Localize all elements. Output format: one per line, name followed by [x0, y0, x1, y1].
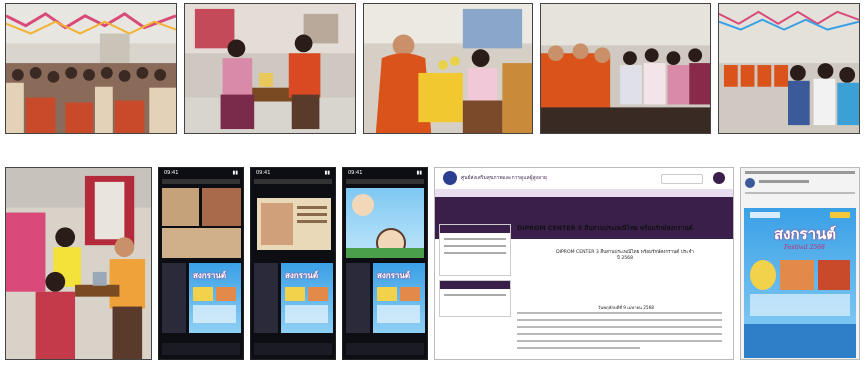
monks-offering-image	[364, 4, 532, 133]
poster-text-block	[377, 305, 420, 323]
ceremony-crowd-image	[541, 4, 710, 133]
event-photo-3	[363, 3, 533, 134]
poster-photo	[750, 260, 776, 290]
poster-footer	[744, 324, 856, 358]
article-date: วันพฤหัสบดีที่ 9 เมษายน 2568	[598, 305, 654, 310]
thumbnail-photo	[162, 188, 199, 226]
social-post: สงกรานต์ Festival 2568	[740, 167, 860, 360]
site-header: ศูนย์ส่งเสริมสุขภาพและการดูแลผู้สูงอายุ	[435, 168, 733, 190]
clock-text: 09:41	[348, 170, 363, 176]
article-title: DIPROM CENTER 3 สืบสานประเพณีไทย พร้อมรั…	[517, 225, 693, 232]
festival-poster: สงกรานต์	[373, 263, 425, 333]
poster-photo	[818, 260, 850, 290]
thumbnail-photo	[162, 228, 241, 258]
website-article: ศูนย์ส่งเสริมสุขภาพและการดูแลผู้สูงอายุ …	[434, 167, 734, 360]
poster-title: สงกรานต์	[377, 270, 411, 280]
site-logo-icon	[443, 171, 457, 185]
battery-icon: ▮▮	[416, 170, 422, 176]
poster-title: สงกรานต์	[285, 270, 319, 280]
status-bar: 09:41 ▮▮	[348, 170, 422, 176]
post-author	[759, 180, 809, 183]
festival-poster: สงกรานต์	[189, 263, 241, 333]
poster-photo	[285, 287, 305, 301]
url-bar[interactable]	[162, 179, 240, 184]
post-text-line	[745, 192, 855, 194]
post-text-line	[745, 171, 855, 174]
status-bar: 09:41 ▮▮	[164, 170, 238, 176]
poster-photo	[780, 260, 814, 290]
sidebar-panel	[439, 280, 511, 317]
cartoon-banner	[346, 188, 424, 258]
poster-title: สงกรานต์	[774, 225, 837, 243]
event-photo-1	[5, 3, 177, 134]
bottom-nav[interactable]	[162, 343, 240, 355]
poster-text-block	[193, 305, 236, 323]
battery-icon: ▮▮	[324, 170, 330, 176]
event-photo-5	[718, 3, 860, 134]
sidebar-panel	[439, 224, 511, 276]
poster-logo	[830, 212, 850, 218]
status-bar: 09:41 ▮▮	[256, 170, 330, 176]
side-panel	[254, 263, 278, 333]
event-photo-2	[184, 3, 356, 134]
phone-screen-2: 09:41 ▮▮ สงกรานต์	[250, 167, 336, 360]
url-bar[interactable]	[346, 179, 424, 184]
cartoon-face-icon	[352, 194, 374, 216]
url-bar[interactable]	[254, 179, 332, 184]
article-body	[517, 312, 722, 354]
org-name: ศูนย์ส่งเสริมสุขภาพและการดูแลผู้สูงอายุ	[461, 175, 547, 181]
poster-title: สงกรานต์	[193, 270, 227, 280]
hall-gathering-image	[6, 4, 176, 133]
side-panel	[346, 263, 370, 333]
clock-text: 09:41	[256, 170, 271, 176]
battery-icon: ▮▮	[232, 170, 238, 176]
article-subtitle: DIPROM CENTER 3 สืบสานประเพณีไทย พร้อมรั…	[556, 250, 694, 261]
event-photo-4	[540, 3, 711, 134]
bottom-nav[interactable]	[346, 343, 424, 355]
poster-photo	[193, 287, 213, 301]
hall-monks-row-image	[719, 4, 859, 133]
clock-text: 09:41	[164, 170, 179, 176]
poster-photo	[308, 287, 328, 301]
poster-photo	[400, 287, 420, 301]
bottom-nav[interactable]	[254, 343, 332, 355]
poster-logo	[750, 212, 780, 218]
poster-text-block	[750, 294, 850, 316]
water-blessing-image	[185, 4, 355, 133]
poster-subtitle: Festival 2568	[784, 244, 825, 251]
news-image	[257, 198, 331, 250]
search-input[interactable]	[661, 174, 703, 184]
avatar[interactable]	[745, 178, 755, 188]
phone-screen-1: 09:41 ▮▮ สงกรานต์	[158, 167, 244, 360]
user-icon[interactable]	[713, 172, 725, 184]
festival-poster: สงกรานต์	[281, 263, 333, 333]
poster-text-block	[285, 305, 328, 323]
site-nav[interactable]	[435, 189, 733, 197]
event-photo-6	[5, 167, 152, 360]
poster-photo	[377, 287, 397, 301]
festival-poster: สงกรานต์ Festival 2568	[744, 208, 856, 358]
side-panel	[162, 263, 186, 333]
thumbnail-photo	[202, 188, 241, 226]
elder-blessing-image	[6, 168, 151, 359]
poster-photo	[216, 287, 236, 301]
phone-screen-3: 09:41 ▮▮ สงกรานต์	[342, 167, 428, 360]
